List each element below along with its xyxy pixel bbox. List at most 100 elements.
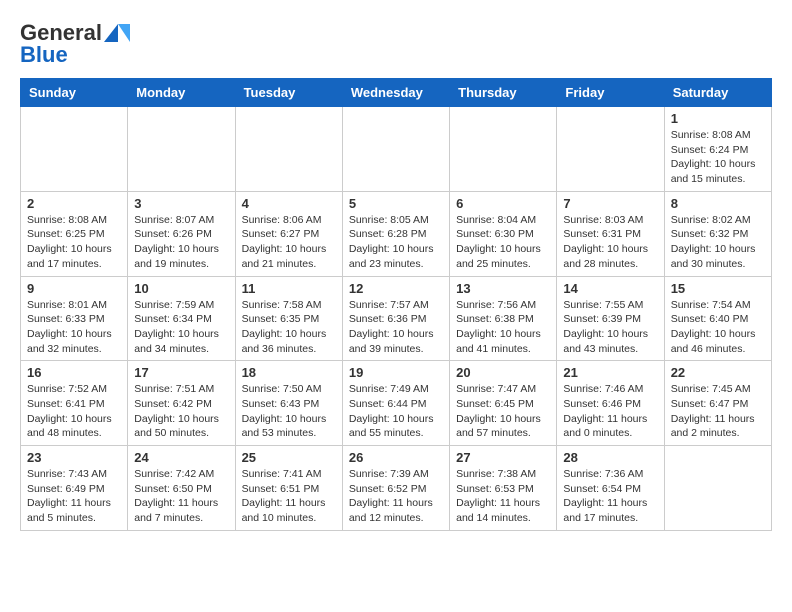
day-number: 9 bbox=[27, 281, 121, 296]
calendar-cell: 13 Sunrise: 7:56 AM Sunset: 6:38 PM Dayli… bbox=[450, 276, 557, 361]
calendar-week-row: 2 Sunrise: 8:08 AM Sunset: 6:25 PM Daylig… bbox=[21, 191, 772, 276]
day-info: Sunrise: 7:49 AM Sunset: 6:44 PM Dayligh… bbox=[349, 382, 443, 441]
day-number: 17 bbox=[134, 365, 228, 380]
calendar-cell: 9Sunrise: 8:01 AM Sunset: 6:33 PM Daylig… bbox=[21, 276, 128, 361]
calendar-week-row: 9Sunrise: 8:01 AM Sunset: 6:33 PM Daylig… bbox=[21, 276, 772, 361]
day-info: Sunrise: 8:05 AM Sunset: 6:28 PM Dayligh… bbox=[349, 213, 443, 272]
day-number: 5 bbox=[349, 196, 443, 211]
day-number: 8 bbox=[671, 196, 765, 211]
day-info: Sunrise: 7:41 AM Sunset: 6:51 PM Dayligh… bbox=[242, 467, 336, 526]
calendar-cell bbox=[342, 107, 449, 192]
day-info: Sunrise: 8:06 AM Sunset: 6:27 PM Dayligh… bbox=[242, 213, 336, 272]
calendar-cell: 28 Sunrise: 7:36 AM Sunset: 6:54 PM Dayli… bbox=[557, 446, 664, 531]
calendar-cell bbox=[21, 107, 128, 192]
column-header-sunday: Sunday bbox=[21, 79, 128, 107]
logo-blue-text: Blue bbox=[20, 42, 68, 68]
calendar-cell: 19 Sunrise: 7:49 AM Sunset: 6:44 PM Dayli… bbox=[342, 361, 449, 446]
day-number: 13 bbox=[456, 281, 550, 296]
calendar-cell: 25 Sunrise: 7:41 AM Sunset: 6:51 PM Dayli… bbox=[235, 446, 342, 531]
calendar-header-row: SundayMondayTuesdayWednesdayThursdayFrid… bbox=[21, 79, 772, 107]
column-header-tuesday: Tuesday bbox=[235, 79, 342, 107]
day-info: Sunrise: 8:04 AM Sunset: 6:30 PM Dayligh… bbox=[456, 213, 550, 272]
calendar-cell: 18 Sunrise: 7:50 AM Sunset: 6:43 PM Dayli… bbox=[235, 361, 342, 446]
day-info: Sunrise: 7:51 AM Sunset: 6:42 PM Dayligh… bbox=[134, 382, 228, 441]
day-number: 4 bbox=[242, 196, 336, 211]
calendar-cell: 24Sunrise: 7:42 AM Sunset: 6:50 PM Dayli… bbox=[128, 446, 235, 531]
day-info: Sunrise: 8:08 AM Sunset: 6:24 PM Dayligh… bbox=[671, 128, 765, 187]
day-number: 15 bbox=[671, 281, 765, 296]
calendar-cell: 20 Sunrise: 7:47 AM Sunset: 6:45 PM Dayli… bbox=[450, 361, 557, 446]
calendar-cell bbox=[450, 107, 557, 192]
calendar-cell: 11 Sunrise: 7:58 AM Sunset: 6:35 PM Dayli… bbox=[235, 276, 342, 361]
column-header-monday: Monday bbox=[128, 79, 235, 107]
day-info: Sunrise: 7:36 AM Sunset: 6:54 PM Dayligh… bbox=[563, 467, 657, 526]
day-info: Sunrise: 7:58 AM Sunset: 6:35 PM Dayligh… bbox=[242, 298, 336, 357]
calendar-week-row: 1 Sunrise: 8:08 AM Sunset: 6:24 PM Daylig… bbox=[21, 107, 772, 192]
day-number: 22 bbox=[671, 365, 765, 380]
calendar-cell: 3Sunrise: 8:07 AM Sunset: 6:26 PM Daylig… bbox=[128, 191, 235, 276]
day-info: Sunrise: 7:47 AM Sunset: 6:45 PM Dayligh… bbox=[456, 382, 550, 441]
column-header-wednesday: Wednesday bbox=[342, 79, 449, 107]
day-info: Sunrise: 7:38 AM Sunset: 6:53 PM Dayligh… bbox=[456, 467, 550, 526]
day-number: 21 bbox=[563, 365, 657, 380]
day-number: 19 bbox=[349, 365, 443, 380]
day-number: 12 bbox=[349, 281, 443, 296]
day-info: Sunrise: 7:45 AM Sunset: 6:47 PM Dayligh… bbox=[671, 382, 765, 441]
day-info: Sunrise: 8:02 AM Sunset: 6:32 PM Dayligh… bbox=[671, 213, 765, 272]
day-number: 25 bbox=[242, 450, 336, 465]
day-info: Sunrise: 7:59 AM Sunset: 6:34 PM Dayligh… bbox=[134, 298, 228, 357]
day-info: Sunrise: 8:03 AM Sunset: 6:31 PM Dayligh… bbox=[563, 213, 657, 272]
calendar-week-row: 16 Sunrise: 7:52 AM Sunset: 6:41 PM Dayli… bbox=[21, 361, 772, 446]
calendar-cell: 21 Sunrise: 7:46 AM Sunset: 6:46 PM Dayli… bbox=[557, 361, 664, 446]
column-header-thursday: Thursday bbox=[450, 79, 557, 107]
column-header-friday: Friday bbox=[557, 79, 664, 107]
calendar-cell: 27 Sunrise: 7:38 AM Sunset: 6:53 PM Dayli… bbox=[450, 446, 557, 531]
day-info: Sunrise: 7:39 AM Sunset: 6:52 PM Dayligh… bbox=[349, 467, 443, 526]
day-info: Sunrise: 7:46 AM Sunset: 6:46 PM Dayligh… bbox=[563, 382, 657, 441]
day-number: 23 bbox=[27, 450, 121, 465]
page-header: General Blue bbox=[20, 20, 772, 68]
day-number: 27 bbox=[456, 450, 550, 465]
calendar-week-row: 23 Sunrise: 7:43 AM Sunset: 6:49 PM Dayli… bbox=[21, 446, 772, 531]
calendar-cell bbox=[128, 107, 235, 192]
day-info: Sunrise: 7:56 AM Sunset: 6:38 PM Dayligh… bbox=[456, 298, 550, 357]
day-info: Sunrise: 8:07 AM Sunset: 6:26 PM Dayligh… bbox=[134, 213, 228, 272]
calendar-cell: 15Sunrise: 7:54 AM Sunset: 6:40 PM Dayli… bbox=[664, 276, 771, 361]
calendar-cell bbox=[557, 107, 664, 192]
day-number: 6 bbox=[456, 196, 550, 211]
day-number: 2 bbox=[27, 196, 121, 211]
day-number: 10 bbox=[134, 281, 228, 296]
calendar-cell: 22 Sunrise: 7:45 AM Sunset: 6:47 PM Dayli… bbox=[664, 361, 771, 446]
day-info: Sunrise: 7:50 AM Sunset: 6:43 PM Dayligh… bbox=[242, 382, 336, 441]
calendar-table: SundayMondayTuesdayWednesdayThursdayFrid… bbox=[20, 78, 772, 531]
day-number: 7 bbox=[563, 196, 657, 211]
day-number: 16 bbox=[27, 365, 121, 380]
calendar-cell: 23 Sunrise: 7:43 AM Sunset: 6:49 PM Dayli… bbox=[21, 446, 128, 531]
calendar-cell: 7 Sunrise: 8:03 AM Sunset: 6:31 PM Daylig… bbox=[557, 191, 664, 276]
day-number: 14 bbox=[563, 281, 657, 296]
day-info: Sunrise: 8:08 AM Sunset: 6:25 PM Dayligh… bbox=[27, 213, 121, 272]
day-info: Sunrise: 7:52 AM Sunset: 6:41 PM Dayligh… bbox=[27, 382, 121, 441]
calendar-cell: 2 Sunrise: 8:08 AM Sunset: 6:25 PM Daylig… bbox=[21, 191, 128, 276]
calendar-cell: 4 Sunrise: 8:06 AM Sunset: 6:27 PM Daylig… bbox=[235, 191, 342, 276]
day-info: Sunrise: 7:43 AM Sunset: 6:49 PM Dayligh… bbox=[27, 467, 121, 526]
day-number: 20 bbox=[456, 365, 550, 380]
logo-icon bbox=[104, 22, 132, 44]
day-number: 1 bbox=[671, 111, 765, 126]
day-info: Sunrise: 7:55 AM Sunset: 6:39 PM Dayligh… bbox=[563, 298, 657, 357]
day-number: 18 bbox=[242, 365, 336, 380]
calendar-cell bbox=[235, 107, 342, 192]
calendar-cell: 6 Sunrise: 8:04 AM Sunset: 6:30 PM Daylig… bbox=[450, 191, 557, 276]
calendar-cell: 16 Sunrise: 7:52 AM Sunset: 6:41 PM Dayli… bbox=[21, 361, 128, 446]
logo: General Blue bbox=[20, 20, 132, 68]
calendar-cell: 17 Sunrise: 7:51 AM Sunset: 6:42 PM Dayli… bbox=[128, 361, 235, 446]
calendar-cell: 26Sunrise: 7:39 AM Sunset: 6:52 PM Dayli… bbox=[342, 446, 449, 531]
calendar-cell: 14 Sunrise: 7:55 AM Sunset: 6:39 PM Dayli… bbox=[557, 276, 664, 361]
day-number: 28 bbox=[563, 450, 657, 465]
day-number: 11 bbox=[242, 281, 336, 296]
day-info: Sunrise: 7:57 AM Sunset: 6:36 PM Dayligh… bbox=[349, 298, 443, 357]
calendar-cell: 10 Sunrise: 7:59 AM Sunset: 6:34 PM Dayli… bbox=[128, 276, 235, 361]
calendar-cell: 8 Sunrise: 8:02 AM Sunset: 6:32 PM Daylig… bbox=[664, 191, 771, 276]
calendar-cell: 1 Sunrise: 8:08 AM Sunset: 6:24 PM Daylig… bbox=[664, 107, 771, 192]
day-number: 24 bbox=[134, 450, 228, 465]
